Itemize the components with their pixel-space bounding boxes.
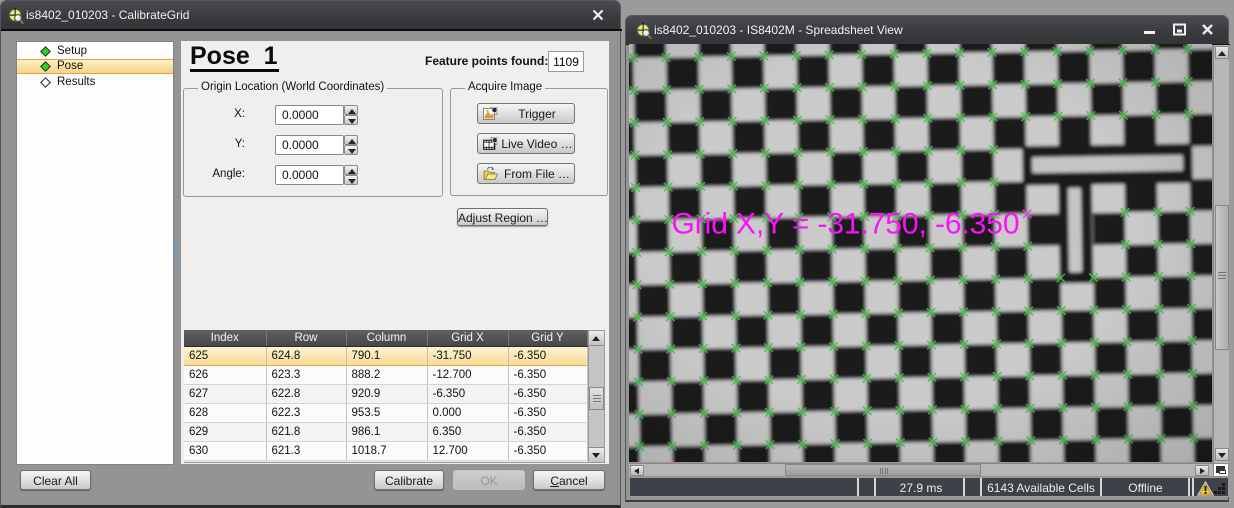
svg-text:Grid X,Y = -31.750, -6.350: Grid X,Y = -31.750, -6.350 (672, 208, 1020, 241)
